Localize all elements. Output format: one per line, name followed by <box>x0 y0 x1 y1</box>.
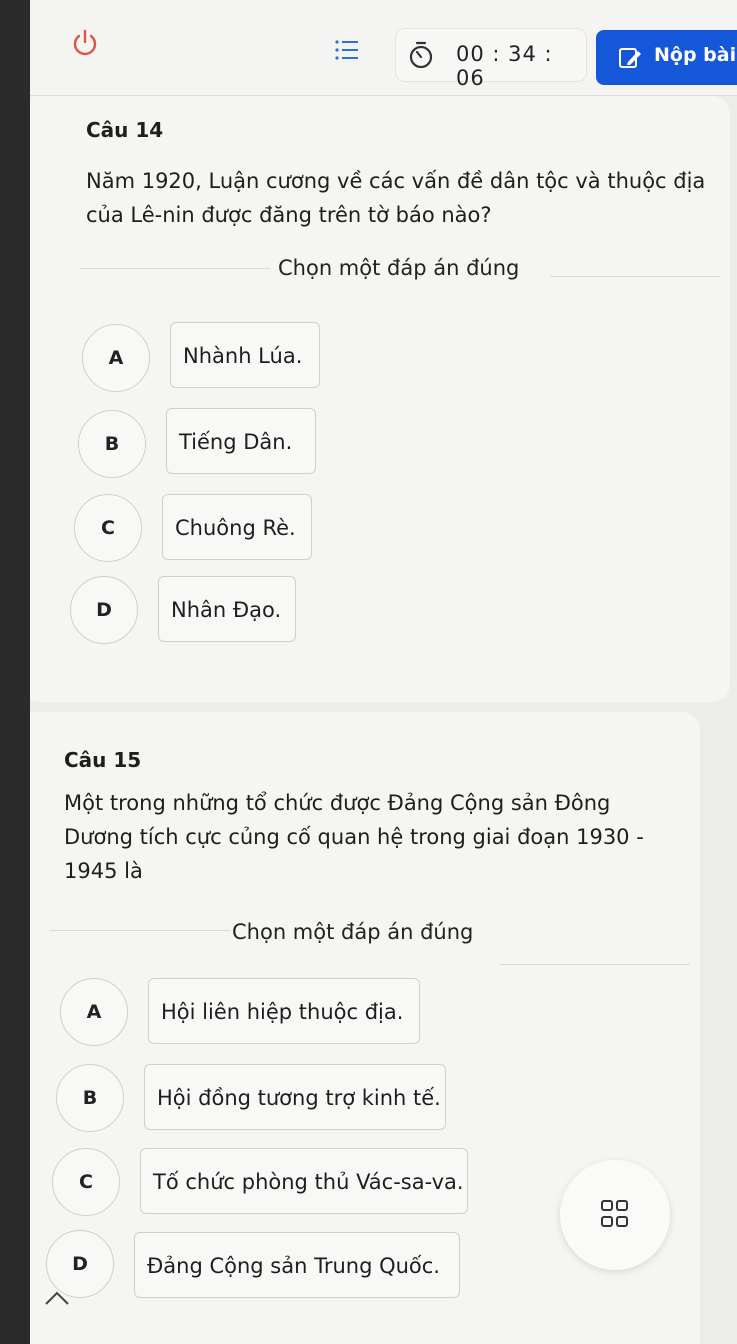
submit-button[interactable]: Nộp bài <box>596 30 737 85</box>
top-bar: 00 : 34 : 06 Nộp bài <box>30 0 737 96</box>
divider <box>80 268 270 269</box>
list-icon[interactable] <box>320 30 374 70</box>
power-icon[interactable] <box>70 28 100 58</box>
grid-icon <box>600 1198 630 1230</box>
timer-display: 00 : 34 : 06 <box>395 28 587 90</box>
option-d-letter[interactable]: D <box>70 576 138 644</box>
choose-prompt: Chọn một đáp án đúng <box>232 920 474 944</box>
option-a[interactable]: Nhành Lúa. <box>170 322 320 388</box>
question-text-line: Một trong những tổ chức được Đảng Cộng s… <box>64 791 611 815</box>
option-a-letter[interactable]: A <box>82 324 150 392</box>
timer-text: 00 : 34 : 06 <box>456 42 553 90</box>
option-c[interactable]: Tố chức phòng thủ Vác-sa-va. <box>140 1148 468 1214</box>
question-number: Câu 15 <box>64 748 142 772</box>
question-text-line: Năm 1920, Luận cương về các vấn đề dân t… <box>86 169 706 193</box>
divider <box>550 276 720 277</box>
divider <box>50 930 230 931</box>
question-text-line: 1945 là <box>64 859 143 883</box>
option-d[interactable]: Đảng Cộng sản Trung Quốc. <box>134 1232 460 1298</box>
option-b-letter[interactable]: B <box>78 410 146 478</box>
question-text-line: Dương tích cực củng cố quan hệ trong gia… <box>64 825 644 849</box>
submit-label: Nộp bài <box>654 44 737 66</box>
question-number: Câu 14 <box>86 118 164 142</box>
option-a[interactable]: Hội liên hiệp thuộc địa. <box>148 978 420 1044</box>
edit-icon <box>618 46 642 70</box>
option-b[interactable]: Tiếng Dân. <box>166 408 316 474</box>
chevron-up-icon[interactable] <box>42 1288 72 1308</box>
question-text-line: của Lê-nin được đăng trên tờ báo nào? <box>86 203 492 227</box>
option-b[interactable]: Hội đồng tương trợ kinh tế. <box>144 1064 446 1130</box>
choose-prompt: Chọn một đáp án đúng <box>278 256 520 280</box>
timer-icon <box>408 40 434 70</box>
option-c-letter[interactable]: C <box>52 1148 120 1216</box>
option-c-letter[interactable]: C <box>74 494 142 562</box>
question-card: Câu 14 Năm 1920, Luận cương về các vấn đ… <box>30 96 730 702</box>
option-c[interactable]: Chuông Rè. <box>162 494 312 560</box>
option-a-letter[interactable]: A <box>60 978 128 1046</box>
question-grid-button[interactable] <box>560 1160 670 1270</box>
divider <box>500 964 690 965</box>
option-d[interactable]: Nhân Đạo. <box>158 576 296 642</box>
quiz-screen: 00 : 34 : 06 Nộp bài Câu 14 Năm 1920, Lu… <box>30 0 737 1344</box>
option-b-letter[interactable]: B <box>56 1064 124 1132</box>
